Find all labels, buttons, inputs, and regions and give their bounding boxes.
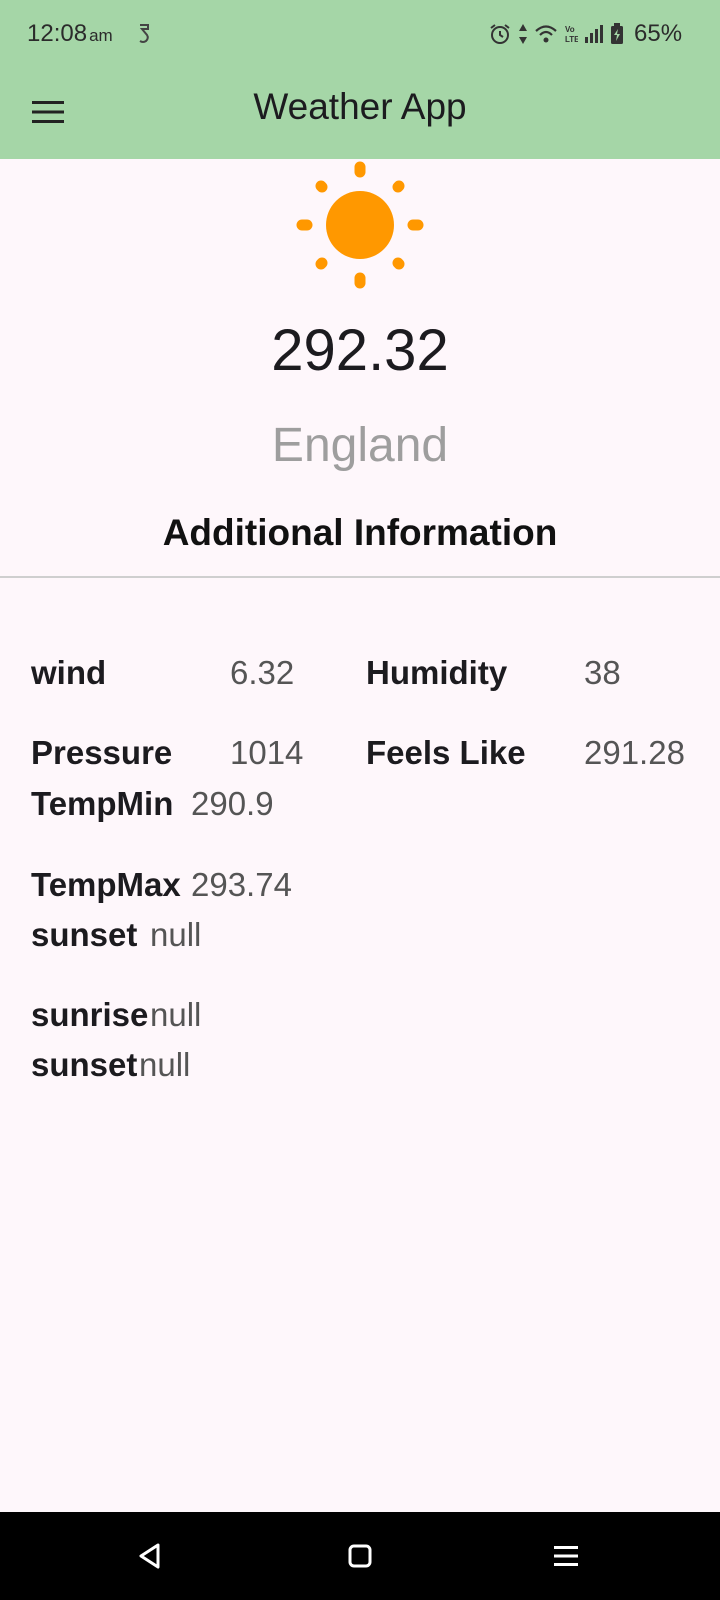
additional-info-title: Additional Information [162,512,558,553]
sunset-value-2: null [139,1046,191,1083]
status-time-ampm: am [89,26,113,45]
status-time-value: 12:08 [27,20,88,47]
back-button[interactable] [128,1534,172,1578]
signal-icon [585,25,603,43]
city-name: England [271,419,449,472]
status-time: 12:08 am [27,20,113,48]
app-bar: 12:08 am Vo LTE 65% Weather App [0,0,720,159]
temperature: 292.32 [271,318,449,383]
feels-like-value: 291.28 [584,734,685,771]
pressure-value: 1014 [230,734,304,771]
battery-icon [611,23,623,44]
status-icons: Vo LTE 65% [488,20,682,48]
wifi-icon [535,25,557,43]
divider [0,576,720,578]
home-button[interactable] [338,1534,382,1578]
wind-label: wind [31,654,107,691]
alarm-icon [490,24,510,44]
wind-value: 6.32 [230,654,295,691]
data-arrows-icon [519,24,527,44]
sunrise-value: null [150,996,202,1033]
sunset-label: sunset [31,916,138,953]
svg-text:Vo: Vo [565,25,575,34]
humidity-value: 38 [584,654,621,691]
system-nav-bar [0,1512,720,1600]
sim-icon [139,24,149,43]
humidity-label: Humidity [366,654,508,691]
recents-icon [554,1546,578,1566]
svg-text:LTE: LTE [565,35,578,44]
feels-like-label: Feels Like [366,734,526,771]
volte-icon: Vo LTE [565,25,578,44]
temp-min-label: TempMin [31,785,174,822]
temp-min-value: 290.9 [191,785,274,822]
sunset-value: null [150,916,202,953]
app-title: Weather App [253,86,467,127]
temp-max-value: 293.74 [191,866,292,903]
home-icon [348,1544,372,1568]
sunset-label-2: sunset [31,1046,138,1083]
sunrise-label: sunrise [31,996,149,1033]
temp-max-label: TempMax [31,866,181,903]
recents-button[interactable] [544,1534,588,1578]
back-icon [139,1543,160,1569]
battery-percent: 65% [634,20,683,47]
pressure-label: Pressure [31,734,173,771]
sun-icon [296,161,424,289]
